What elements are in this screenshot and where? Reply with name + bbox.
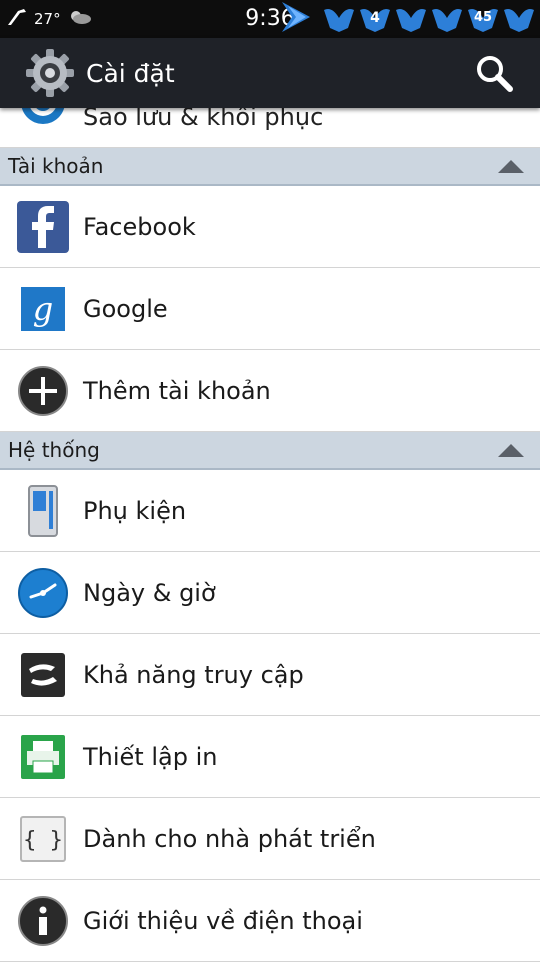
sweep-icon (6, 7, 28, 31)
list-item-facebook[interactable]: Facebook (0, 186, 540, 268)
clock-icon (16, 566, 70, 620)
accessory-icon (16, 484, 70, 538)
svg-text:g: g (33, 290, 53, 328)
status-bar: 27° 9:36 4 45 (0, 0, 540, 38)
list-item-label: Giới thiệu về điện thoại (83, 906, 363, 935)
wing-badge-icon (502, 4, 536, 34)
settings-list: Sao lưu & khôi phục Tài khoản Facebook g… (0, 108, 540, 962)
weather-icon (67, 8, 93, 30)
list-item-label: Facebook (83, 212, 196, 241)
list-item-label: Thêm tài khoản (83, 376, 271, 405)
list-item-add-account[interactable]: Thêm tài khoản (0, 350, 540, 432)
list-item-about-phone[interactable]: Giới thiệu về điện thoại (0, 880, 540, 962)
wing-badge-icon (394, 4, 428, 34)
temperature-text: 27° (34, 10, 61, 28)
list-item-print[interactable]: Thiết lập in (0, 716, 540, 798)
list-item-label: Phụ kiện (83, 496, 187, 525)
list-item-label: Google (83, 294, 168, 323)
badge-number: 4 (370, 10, 380, 26)
status-right: 4 45 (280, 0, 536, 38)
page-title: Cài đặt (86, 58, 175, 88)
add-icon (16, 364, 70, 418)
list-item-accessibility[interactable]: Khả năng truy cập (0, 634, 540, 716)
wing-badge-number-icon: 45 (466, 4, 500, 34)
list-item-date-time[interactable]: Ngày & giờ (0, 552, 540, 634)
collapse-arrow-icon[interactable] (498, 159, 524, 173)
badge-number: 45 (473, 10, 493, 25)
list-item-label: Khả năng truy cập (83, 660, 304, 689)
list-item-label: Thiết lập in (83, 742, 218, 771)
status-left: 27° (0, 0, 93, 38)
list-item-google[interactable]: g Google (0, 268, 540, 350)
backup-icon (16, 108, 70, 129)
list-item-backup[interactable]: Sao lưu & khôi phục (0, 108, 540, 148)
settings-gear-icon[interactable] (24, 47, 76, 99)
section-header-label: Tài khoản (8, 154, 104, 178)
wing-badge-icon (322, 4, 356, 34)
list-item-developer[interactable]: { } Dành cho nhà phát triển (0, 798, 540, 880)
info-icon (16, 894, 70, 948)
wing-badge-icon (430, 4, 464, 34)
section-header-label: Hệ thống (8, 438, 100, 462)
collapse-arrow-icon[interactable] (498, 443, 524, 457)
facebook-icon (16, 200, 70, 254)
list-item-accessory[interactable]: Phụ kiện (0, 470, 540, 552)
wing-badge-number-icon: 4 (358, 4, 392, 34)
google-icon: g (16, 282, 70, 336)
printer-icon (16, 730, 70, 784)
wing-logo-icon (280, 0, 320, 38)
list-item-label: Sao lưu & khôi phục (83, 108, 324, 131)
list-item-label: Dành cho nhà phát triển (83, 824, 376, 853)
section-header-system[interactable]: Hệ thống (0, 432, 540, 470)
developer-icon: { } (16, 812, 70, 866)
list-item-label: Ngày & giờ (83, 578, 216, 607)
search-icon[interactable] (474, 53, 514, 93)
svg-text:{ }: { } (23, 828, 63, 853)
accessibility-icon (16, 648, 70, 702)
section-header-accounts[interactable]: Tài khoản (0, 148, 540, 186)
action-bar: Cài đặt (0, 38, 540, 108)
